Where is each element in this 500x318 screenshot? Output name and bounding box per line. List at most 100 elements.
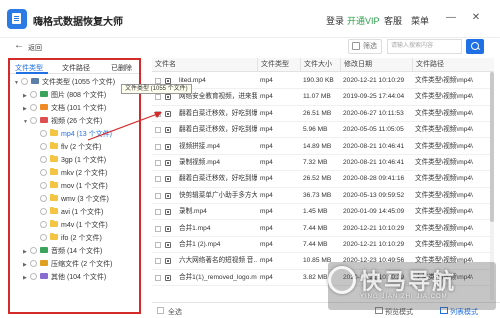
- table-row[interactable]: 视频拼接.mp4 mp4 14.89 MB 2020-08-21 10:46:41 文件…: [152, 139, 494, 155]
- column-header-name[interactable]: 文件名: [152, 58, 257, 72]
- scrollbar-thumb[interactable]: [490, 72, 494, 222]
- row-checkbox[interactable]: [155, 160, 161, 166]
- tree-checkbox[interactable]: [30, 104, 37, 111]
- select-all-checkbox[interactable]: [157, 307, 164, 314]
- row-checkbox[interactable]: [155, 110, 161, 117]
- tree-checkbox[interactable]: [30, 260, 37, 267]
- expand-arrow-icon[interactable]: ▼: [14, 77, 21, 89]
- table-row[interactable]: 快剪辑菜单广小助手多方大... mp4 36.73 MB 2020-05-13 09:…: [152, 188, 494, 205]
- tree-checkbox[interactable]: [30, 247, 37, 254]
- list-mode-button[interactable]: 列表模式: [450, 307, 478, 317]
- table-row[interactable]: 合并1 (2).mp4 mp4 7.44 MB 2020-12-21 10:10:29…: [152, 237, 494, 254]
- filter-button[interactable]: 筛选: [348, 39, 382, 54]
- row-checkbox[interactable]: [155, 225, 161, 232]
- row-checkbox[interactable]: [155, 127, 161, 134]
- menu-button[interactable]: 菜单: [411, 14, 429, 27]
- search-button[interactable]: [466, 39, 484, 54]
- modified-date-cell: 2020-12-21 10:10:29: [343, 273, 405, 281]
- tree-item-mp4[interactable]: mp4 (13 个文件): [40, 129, 112, 141]
- tree-item-archives[interactable]: ▶ 压缩文件 (2 个文件): [23, 259, 112, 271]
- tree-item-avi[interactable]: avi (1 个文件): [40, 207, 103, 219]
- expand-arrow-icon[interactable]: ▶: [23, 246, 30, 258]
- tree-item-other[interactable]: ▶ 其他 (104 个文件): [23, 272, 106, 284]
- tree-checkbox[interactable]: [40, 221, 47, 228]
- video-folder-icon: [40, 117, 48, 123]
- close-button[interactable]: ✕: [471, 13, 481, 23]
- row-checkbox[interactable]: [155, 143, 161, 150]
- tree-checkbox[interactable]: [30, 117, 37, 124]
- tree-item-documents[interactable]: ▶ 文档 (101 个文件): [23, 103, 106, 115]
- tree-item-mkv[interactable]: mkv (2 个文件): [40, 168, 107, 180]
- tree-item-images[interactable]: ▶ 图片 (808 个文件): [23, 90, 106, 102]
- table-row[interactable]: 翻着白菜迁移效，好吃到爆... mp4 26.52 MB 2020-08-28 09:…: [152, 171, 494, 188]
- table-row[interactable]: 录制.mp4 mp4 1.45 MB 2020-01-09 14:45:09 文件类型\…: [152, 204, 494, 221]
- expand-arrow-icon[interactable]: ▶: [23, 90, 30, 102]
- row-checkbox[interactable]: [155, 258, 161, 265]
- tab-file-path[interactable]: 文件路径: [62, 63, 90, 73]
- service-button[interactable]: 客服: [384, 14, 402, 27]
- preview-mode-button[interactable]: 预览模式: [385, 307, 413, 317]
- table-row[interactable]: lited.mp4 mp4 190.30 KB 2020-12-21 10:10:29…: [152, 73, 494, 90]
- table-row[interactable]: 合并1.mp4 mp4 7.44 MB 2020-12-21 10:10:29 文件类型…: [152, 221, 494, 237]
- column-header-size[interactable]: 文件大小: [300, 58, 340, 72]
- expand-arrow-icon[interactable]: ▶: [23, 272, 30, 284]
- table-scrollbar[interactable]: [490, 72, 494, 300]
- row-checkbox[interactable]: [155, 209, 161, 216]
- file-path-cell: 文件类型\视频\mp4\: [415, 224, 473, 232]
- folder-icon: [50, 142, 58, 149]
- file-size-cell: 36.73 MB: [303, 191, 332, 199]
- tree-item-mov[interactable]: mov (1 个文件): [40, 181, 108, 193]
- tree-checkbox[interactable]: [40, 195, 47, 202]
- tree-checkbox[interactable]: [40, 130, 47, 137]
- table-row[interactable]: 翻着白菜迁移效，好吃到爆... mp4 26.51 MB 2020-06-27 10:…: [152, 106, 494, 123]
- table-row[interactable]: 翻着白菜迁移效，好吃到爆... mp4 5.96 MB 2020-05-05 11:0…: [152, 122, 494, 139]
- back-arrow-icon[interactable]: ←: [14, 40, 24, 51]
- tree-item-ifo[interactable]: ifo (2 个文件): [40, 233, 102, 245]
- list-mode-icon[interactable]: [440, 307, 448, 314]
- tab-deleted[interactable]: 已删除: [111, 63, 132, 73]
- row-checkbox[interactable]: [155, 176, 161, 183]
- preview-mode-icon[interactable]: [375, 307, 383, 314]
- table-row[interactable]: 网络安全教育视频，进来我... mp4 11.07 MB 2019-09-25 17:…: [152, 89, 494, 106]
- expand-arrow-icon[interactable]: ▶: [23, 103, 30, 115]
- file-size-cell: 26.51 MB: [303, 109, 332, 117]
- file-path-cell: 文件类型\视频\mp4\: [415, 93, 473, 101]
- tree-checkbox[interactable]: [40, 208, 47, 215]
- table-row[interactable]: 合并1(1)_removed_logo.m... mp4 3.82 MB 2020-1…: [152, 270, 494, 287]
- row-checkbox[interactable]: [155, 192, 161, 199]
- login-button[interactable]: 登录: [326, 14, 344, 27]
- tree-checkbox[interactable]: [40, 169, 47, 176]
- tree-item-flv[interactable]: flv (2 个文件): [40, 142, 101, 154]
- column-header-type[interactable]: 文件类型: [257, 58, 300, 72]
- tree-item-audio[interactable]: ▶ 音频 (14 个文件): [23, 246, 102, 258]
- select-all-label[interactable]: 全选: [168, 307, 182, 317]
- tree-item-m4v[interactable]: m4v (1 个文件): [40, 220, 108, 232]
- tree-checkbox[interactable]: [30, 273, 37, 280]
- row-checkbox[interactable]: [155, 94, 161, 101]
- column-header-path[interactable]: 文件路径: [412, 58, 494, 72]
- tree-item-3gp[interactable]: 3gp (1 个文件): [40, 155, 106, 167]
- vip-button[interactable]: 开通VIP: [347, 14, 380, 27]
- row-checkbox[interactable]: [155, 242, 161, 248]
- tree-checkbox[interactable]: [40, 143, 47, 150]
- column-header-date[interactable]: 修改日期: [340, 58, 412, 72]
- tree-checkbox[interactable]: [21, 78, 28, 85]
- tree-item-root[interactable]: ▼ 文件类型 (1055 个文件): [14, 77, 115, 89]
- back-button[interactable]: 返回: [28, 43, 42, 53]
- expand-arrow-icon[interactable]: ▶: [23, 259, 30, 271]
- tree-checkbox[interactable]: [40, 156, 47, 163]
- file-type-cell: mp4: [260, 142, 273, 150]
- expand-arrow-icon[interactable]: ▼: [23, 116, 30, 128]
- tree-item-wmv[interactable]: wmv (3 个文件): [40, 194, 109, 206]
- tree-item-videos[interactable]: ▼ 视频 (26 个文件): [23, 116, 102, 128]
- bottom-bar: 全选 预览模式 列表模式: [152, 302, 500, 318]
- tree-checkbox[interactable]: [40, 234, 47, 241]
- tree-checkbox[interactable]: [40, 182, 47, 189]
- tree-checkbox[interactable]: [30, 91, 37, 98]
- minimize-button[interactable]: —: [446, 13, 456, 23]
- row-checkbox[interactable]: [155, 274, 161, 281]
- table-row[interactable]: 六大网络著名的短视频 音... mp4 10.85 MB 2020-12-23 10:…: [152, 253, 494, 270]
- table-row[interactable]: 录制视频.mp4 mp4 7.32 MB 2020-08-21 10:46:41 文件类…: [152, 155, 494, 172]
- search-input[interactable]: 请输入搜索内容: [387, 39, 462, 54]
- video-file-icon: [165, 242, 171, 248]
